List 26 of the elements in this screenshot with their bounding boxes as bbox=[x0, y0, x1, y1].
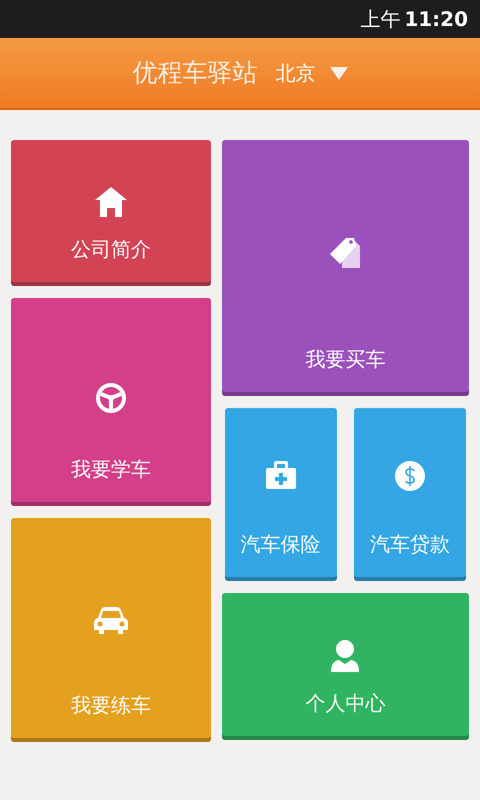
menu-tile[interactable]: 汽车保险 bbox=[224, 408, 337, 581]
city-selector[interactable]: 北京 bbox=[276, 58, 348, 88]
first-aid-kit-icon bbox=[264, 460, 297, 490]
steering-wheel-icon bbox=[94, 382, 127, 414]
dollar-coin-icon bbox=[394, 460, 426, 492]
menu-tile[interactable]: 公司简介 bbox=[11, 140, 211, 286]
car-icon bbox=[92, 606, 129, 636]
menu-tile[interactable]: 我要买车 bbox=[222, 140, 469, 396]
time-prefix: 上午 bbox=[360, 6, 400, 33]
person-icon bbox=[329, 639, 362, 673]
price-tag-icon bbox=[328, 236, 362, 270]
tile-label: 我要买车 bbox=[305, 346, 386, 373]
tile-label: 我要学车 bbox=[70, 456, 151, 483]
tile-label: 个人中心 bbox=[305, 690, 386, 717]
menu-tile[interactable]: 个人中心 bbox=[222, 593, 469, 740]
clock-time: 11:20 bbox=[404, 6, 468, 33]
tile-label: 汽车贷款 bbox=[370, 531, 450, 558]
tile-label: 公司简介 bbox=[70, 236, 151, 263]
app-title: 优程车驿站 bbox=[132, 57, 258, 90]
tile-label: 汽车保险 bbox=[240, 531, 321, 558]
tile-label: 我要练车 bbox=[70, 692, 151, 719]
dropdown-caret-icon bbox=[330, 66, 348, 80]
menu-tile[interactable]: 汽车贷款 bbox=[354, 408, 466, 581]
menu-tile[interactable]: 我要学车 bbox=[11, 298, 211, 506]
house-icon bbox=[94, 186, 127, 218]
menu-tile[interactable]: 我要练车 bbox=[11, 518, 211, 742]
